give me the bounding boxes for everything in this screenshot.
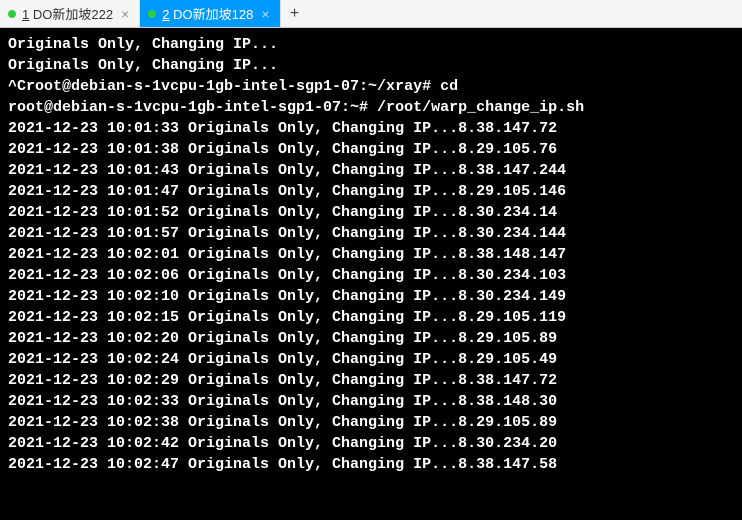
tab-1[interactable]: 1 DO新加坡222 ×	[0, 0, 140, 27]
terminal-output[interactable]: Originals Only, Changing IP... Originals…	[0, 28, 742, 520]
tab-label: 1 DO新加坡222	[22, 4, 113, 23]
new-tab-button[interactable]: +	[281, 0, 309, 27]
tab-label: 2 DO新加坡128	[162, 4, 253, 23]
status-dot-icon	[148, 10, 156, 18]
status-dot-icon	[8, 10, 16, 18]
close-icon[interactable]: ×	[259, 7, 271, 21]
close-icon[interactable]: ×	[119, 7, 131, 21]
tab-2[interactable]: 2 DO新加坡128 ×	[140, 0, 280, 27]
tab-bar: 1 DO新加坡222 × 2 DO新加坡128 × +	[0, 0, 742, 28]
